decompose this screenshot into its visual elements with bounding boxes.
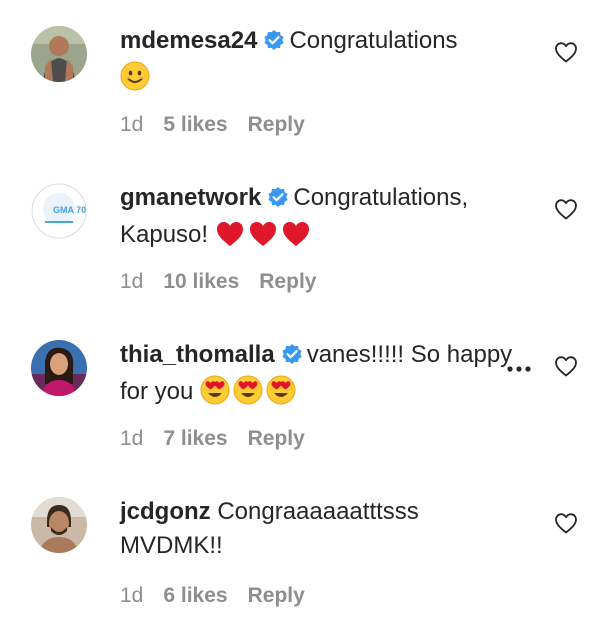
verified-badge-icon [281, 341, 303, 375]
comment-text: thia_thomalla vanes!!!!! So happy for you [120, 338, 520, 415]
likes-count[interactable]: 7 likes [163, 427, 227, 450]
comment-item: GMA 70 gmanetwork Congratulations, Kapuso… [0, 157, 600, 314]
username[interactable]: gmanetwork [120, 184, 261, 211]
username[interactable]: mdemesa24 [120, 27, 257, 54]
reply-button[interactable]: Reply [248, 113, 305, 136]
avatar[interactable] [31, 340, 87, 396]
more-options-icon[interactable] [506, 360, 532, 378]
comment-text: jcdgonz Congraaaaaatttsss MVDMK!! [120, 495, 520, 563]
like-heart-icon[interactable] [554, 198, 578, 225]
red-heart-icon [215, 220, 245, 258]
reply-button[interactable]: Reply [259, 270, 316, 293]
comment-list: mdemesa24 Congratulations 1d 5 likes Reply … [0, 0, 600, 632]
comment-meta: 1d 10 likes Reply [120, 270, 336, 294]
heart-eyes-face-icon [200, 375, 230, 415]
like-heart-icon[interactable] [554, 355, 578, 382]
avatar[interactable] [31, 497, 87, 553]
avatar[interactable] [31, 26, 87, 82]
comment-item: mdemesa24 Congratulations 1d 5 likes Reply [0, 0, 600, 157]
username[interactable]: thia_thomalla [120, 341, 275, 368]
gma-logo-text: GMA 70 [53, 205, 86, 215]
comment-item: jcdgonz Congraaaaaatttsss MVDMK!! 1d 6 li… [0, 471, 600, 628]
reply-button[interactable]: Reply [248, 427, 305, 450]
timestamp[interactable]: 1d [120, 584, 143, 607]
username[interactable]: jcdgonz [120, 498, 211, 525]
comment-meta: 1d 6 likes Reply [120, 584, 325, 608]
like-heart-icon[interactable] [554, 512, 578, 539]
timestamp[interactable]: 1d [120, 113, 143, 136]
likes-count[interactable]: 10 likes [163, 270, 239, 293]
likes-count[interactable]: 6 likes [163, 584, 227, 607]
comment-meta: 1d 7 likes Reply [120, 427, 325, 451]
comment-meta: 1d 5 likes Reply [120, 113, 325, 137]
smiling-face-icon [120, 61, 150, 101]
comment-text: mdemesa24 Congratulations [120, 24, 520, 101]
red-heart-icon [281, 220, 311, 258]
comment-body: Congratulations [289, 27, 458, 54]
heart-eyes-face-icon [233, 375, 263, 415]
timestamp[interactable]: 1d [120, 270, 143, 293]
verified-badge-icon [263, 27, 285, 61]
likes-count[interactable]: 5 likes [163, 113, 227, 136]
avatar[interactable]: GMA 70 [31, 183, 87, 239]
heart-eyes-face-icon [266, 375, 296, 415]
verified-badge-icon [267, 184, 289, 218]
comment-text: gmanetwork Congratulations, Kapuso! [120, 181, 520, 258]
comment-item: thia_thomalla vanes!!!!! So happy for you… [0, 314, 600, 471]
reply-button[interactable]: Reply [248, 584, 305, 607]
like-heart-icon[interactable] [554, 41, 578, 68]
red-heart-icon [248, 220, 278, 258]
timestamp[interactable]: 1d [120, 427, 143, 450]
